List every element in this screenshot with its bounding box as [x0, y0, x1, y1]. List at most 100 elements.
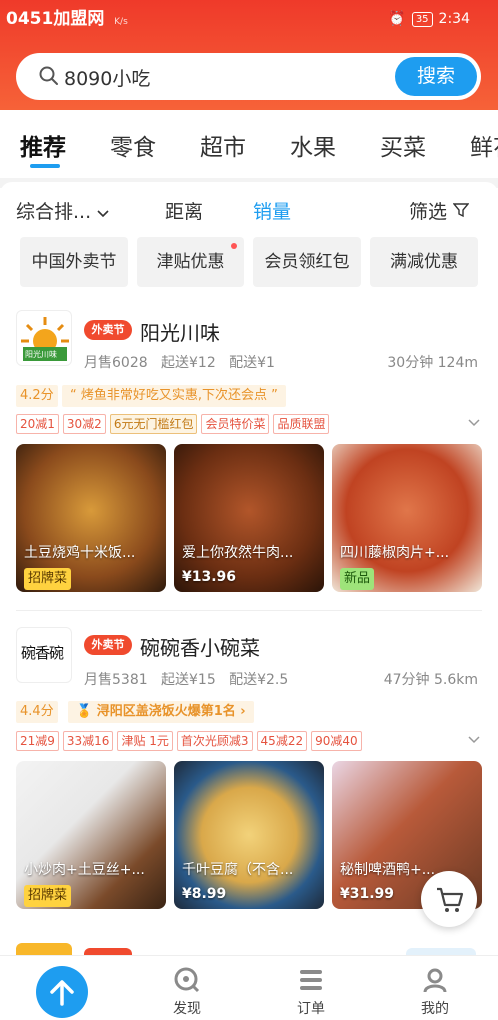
rank-badge[interactable]: 🏅 浔阳区盖浇饭火爆第1名 › [68, 701, 254, 723]
search-input[interactable]: 8090小吃 [64, 64, 150, 91]
monthly-sales: 月售5381 [84, 672, 148, 688]
status-bar-right: ⏰ 35 2:34 [388, 11, 470, 27]
tab-orders[interactable]: 订单 [281, 966, 341, 1018]
logo-text: 碗香碗 [21, 644, 64, 662]
tab-flowers[interactable]: 鲜花 [470, 128, 498, 162]
chip-member[interactable]: 会员领红包 [253, 237, 361, 287]
food-caption: 小炒肉+土豆丝+... [24, 862, 145, 878]
promo-tag: 30减2 [62, 414, 106, 434]
promo-tags: 21减9 33减16 津贴 1元 首次光顾减3 45减22 90减40 [16, 731, 362, 751]
tab-mine-label: 我的 [421, 1001, 449, 1017]
promo-tag: 33减16 [62, 731, 114, 751]
time-distance: 47分钟 5.6km [383, 672, 478, 688]
tab-supermarket[interactable]: 超市 [200, 128, 246, 162]
profile-icon [423, 968, 447, 993]
chevron-down-icon[interactable] [468, 417, 480, 429]
header: 0451加盟网 K/s ⏰ 35 2:34 8090小吃 搜索 [0, 0, 498, 110]
time-distance: 30分钟 124m [387, 355, 478, 371]
food-card[interactable]: 千叶豆腐（不含... ¥8.99 [174, 761, 324, 909]
orders-icon [300, 970, 322, 990]
chevron-down-icon [97, 210, 109, 218]
search-button[interactable]: 搜索 [395, 57, 477, 96]
sort-sales[interactable]: 销量 [253, 197, 291, 224]
tab-orders-label: 订单 [297, 1001, 325, 1017]
tab-groceries[interactable]: 买菜 [380, 128, 426, 162]
food-price: ¥8.99 [182, 886, 227, 902]
promo-tag: 20减1 [16, 414, 59, 434]
rank-text: 浔阳区盖浇饭火爆第1名 [96, 704, 236, 719]
discover-icon [174, 967, 200, 993]
alarm-icon: ⏰ [388, 11, 406, 27]
store-logo: 碗香碗 [16, 627, 72, 683]
promo-tags: 20减1 30减2 6元无门槛红包 会员特价菜 品质联盟 [16, 414, 330, 434]
search-icon [39, 66, 58, 85]
chip-allowance-label: 津贴优惠 [156, 252, 225, 272]
chevron-down-icon[interactable] [468, 734, 480, 746]
tab-recommend[interactable]: 推荐 [20, 128, 66, 162]
food-card[interactable]: 小炒肉+土豆丝+... 招牌菜 [16, 761, 166, 909]
tab-discover[interactable]: 发现 [157, 966, 217, 1018]
tab-mine[interactable]: 我的 [405, 966, 465, 1018]
promo-tag: 首次光顾减3 [176, 731, 253, 751]
food-price: ¥13.96 [182, 569, 237, 585]
festival-badge: 外卖节 [84, 320, 132, 340]
chip-festival[interactable]: 中国外卖节 [20, 237, 128, 287]
filter-label: 筛选 [409, 201, 448, 223]
medal-icon: 🏅 [76, 704, 93, 719]
status-bar-left: 0451加盟网 K/s [6, 4, 128, 29]
divider [16, 610, 482, 611]
filter-icon [452, 203, 470, 218]
review-quote: “ 烤鱼非常好吃又实惠,下次还会点 ” [62, 385, 286, 407]
monthly-sales: 月售6028 [84, 355, 148, 371]
tab-snacks[interactable]: 零食 [110, 128, 156, 162]
promo-tag: 品质联盟 [273, 414, 330, 434]
tab-home[interactable] [36, 966, 88, 1018]
sort-comprehensive[interactable]: 综合排... [16, 197, 109, 224]
store-name: 碗碗香小碗菜 [140, 636, 260, 660]
food-label: 新品 [340, 568, 375, 590]
tab-fruit[interactable]: 水果 [290, 128, 336, 162]
festival-badge: 外卖节 [84, 635, 132, 655]
cart-icon [437, 887, 464, 912]
filter-button[interactable]: 筛选 [409, 197, 470, 224]
food-card[interactable]: 爱上你孜然牛肉... ¥13.96 [174, 444, 324, 592]
tab-indicator [30, 164, 60, 168]
chip-discount[interactable]: 满减优惠 [370, 237, 478, 287]
rating: 4.2分 [16, 385, 58, 407]
food-caption: 土豆烧鸡十米饭... [24, 545, 136, 561]
food-card[interactable]: 土豆烧鸡十米饭... 招牌菜 [16, 444, 166, 592]
category-tabs: 推荐 零食 超市 水果 买菜 鲜花 [0, 110, 498, 180]
red-dot [231, 243, 237, 249]
promo-tag: 90减40 [311, 731, 362, 751]
sort-bar: 综合排... 距离 销量 筛选 [0, 182, 498, 242]
food-caption: 四川藤椒肉片+... [340, 545, 450, 561]
promo-tag: 6元无门槛红包 [109, 414, 198, 434]
watermark: 0451加盟网 [6, 9, 105, 29]
status-time: 2:34 [438, 11, 470, 27]
min-order: 起送¥12 [161, 355, 216, 371]
arrow-up-icon [50, 980, 74, 1006]
min-order: 起送¥15 [161, 672, 216, 688]
promo-tag: 津贴 1元 [117, 731, 173, 751]
chip-allowance[interactable]: 津贴优惠 [137, 237, 244, 287]
promo-tag: 会员特价菜 [201, 414, 270, 434]
sort-distance[interactable]: 距离 [165, 197, 203, 224]
delivery-fee: 配送¥2.5 [229, 672, 289, 688]
store-logo: 阳光川味 [16, 310, 72, 366]
search-bar[interactable]: 8090小吃 搜索 [16, 53, 481, 100]
rating: 4.4分 [16, 701, 58, 723]
food-label: 招牌菜 [24, 568, 72, 590]
food-card[interactable]: 四川藤椒肉片+... 新品 [332, 444, 482, 592]
store-name: 阳光川味 [140, 321, 220, 345]
promo-tag: 45减22 [256, 731, 308, 751]
logo-text: 阳光川味 [25, 350, 57, 359]
food-price: ¥31.99 [340, 886, 395, 902]
food-caption: 爱上你孜然牛肉... [182, 545, 294, 561]
food-label: 招牌菜 [24, 885, 72, 907]
battery-icon: 35 [411, 11, 433, 27]
network-speed: K/s [114, 17, 128, 27]
promo-tag: 21减9 [16, 731, 59, 751]
store-meta: 月售5381 起送¥15 配送¥2.5 [84, 669, 288, 689]
food-caption: 千叶豆腐（不含... [182, 862, 294, 878]
cart-button[interactable] [421, 871, 477, 927]
